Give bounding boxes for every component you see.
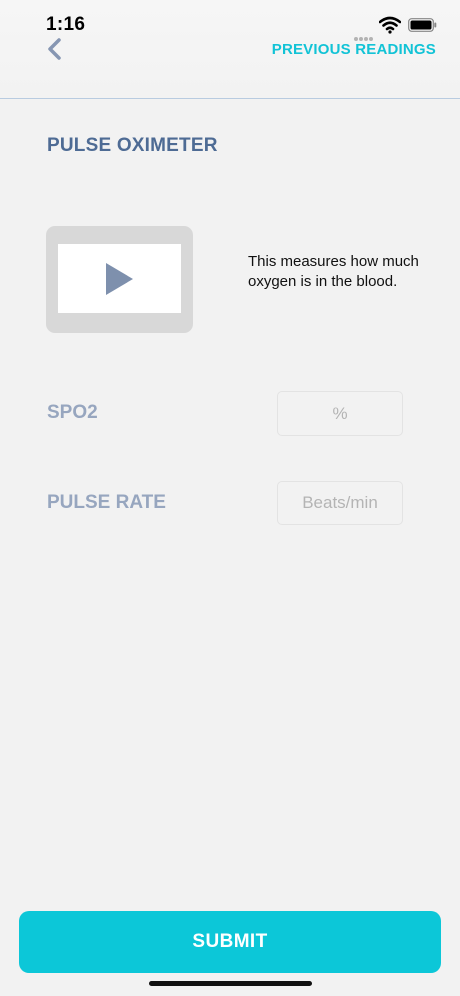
status-time: 1:16 [46, 14, 86, 35]
screen: PREVIOUS READINGS 1:16 PULSE OXIMETER Th… [0, 0, 460, 996]
page-title: PULSE OXIMETER [47, 135, 218, 156]
spo2-input[interactable] [277, 391, 403, 436]
cellular-signal-icon [354, 28, 374, 46]
pulse-rate-label: PULSE RATE [47, 492, 166, 513]
video-frame [58, 244, 181, 313]
video-thumbnail[interactable] [46, 226, 193, 333]
battery-icon [408, 18, 437, 32]
home-indicator [149, 981, 312, 986]
chevron-left-icon [48, 38, 61, 60]
submit-button[interactable]: SUBMIT [19, 911, 441, 973]
back-button[interactable] [42, 36, 70, 64]
pulse-rate-input[interactable] [277, 481, 403, 525]
wifi-icon [379, 16, 401, 34]
play-icon [106, 263, 133, 295]
status-bar: 1:16 [0, 0, 460, 41]
description-text: This measures how much oxygen is in the … [248, 253, 419, 290]
spo2-label: SPO2 [47, 402, 98, 423]
